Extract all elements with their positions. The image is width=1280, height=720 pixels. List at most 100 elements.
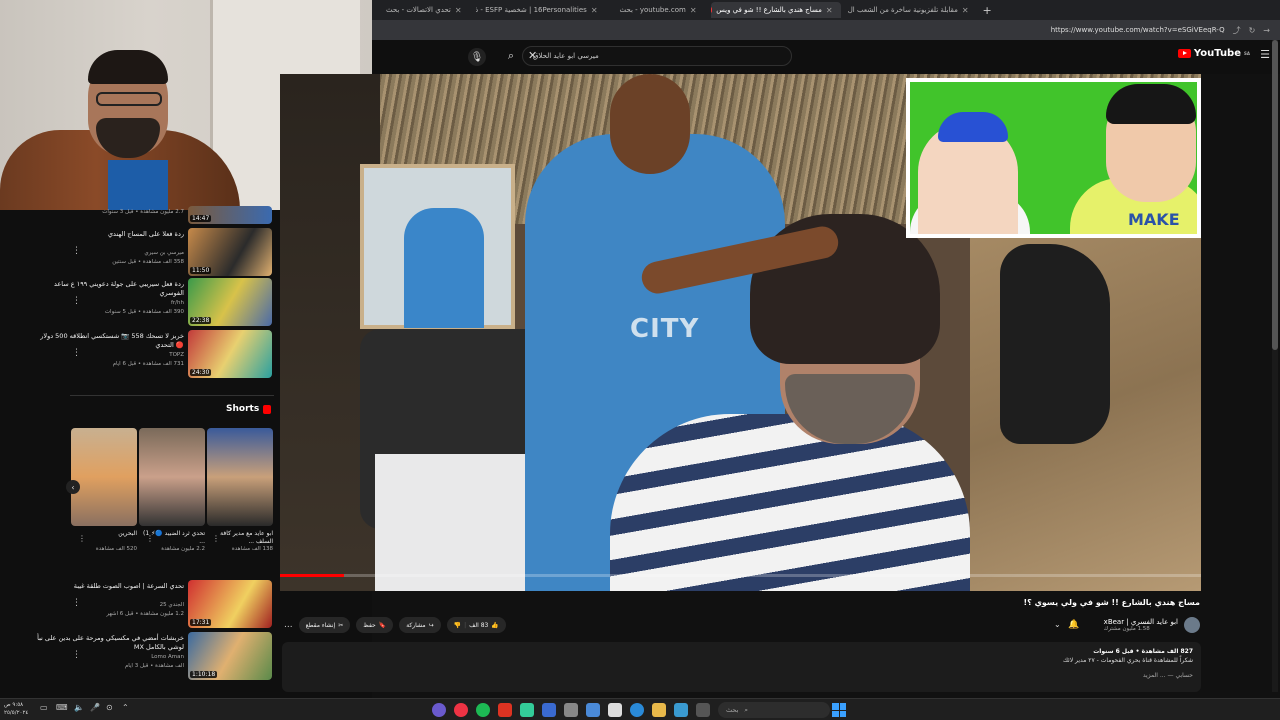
show-more-label[interactable]: ... المزيد (1143, 672, 1166, 679)
new-tab-button[interactable]: + (983, 4, 992, 17)
list-item[interactable]: 11:50 ردة فعلا على المساج الهندي ميرسي ب… (0, 228, 280, 278)
page-scrollbar[interactable] (1272, 40, 1278, 692)
description-more[interactable]: حسابي — ... المزيد (290, 671, 1193, 680)
volume-icon[interactable]: 🔈 (74, 703, 84, 712)
forward-icon[interactable]: → (1263, 26, 1270, 35)
search-icon[interactable]: ⌕ (500, 46, 522, 66)
channel-avatar[interactable] (1184, 617, 1200, 633)
chevron-up-icon[interactable]: ⌃ (122, 703, 129, 712)
app-icon-2[interactable] (454, 703, 468, 717)
short-thumbnail[interactable] (71, 428, 137, 526)
keyboard-language-icon[interactable]: ⌨ (56, 703, 68, 712)
more-options-icon[interactable]: ⋮ (146, 534, 154, 543)
more-options-icon[interactable]: ⋮ (72, 296, 81, 306)
close-icon[interactable]: ✕ (690, 6, 697, 15)
app-icon-12[interactable] (674, 703, 688, 717)
windows-start-icon[interactable] (832, 703, 846, 717)
video-actions: ... ✂ إنشاء مقطع 🔖 حفظ ↪ مشاركة 👍 83 الف | 👎 (284, 616, 506, 634)
shield-icon[interactable] (542, 703, 556, 717)
share-icon[interactable]: ⤴ (1233, 25, 1241, 36)
folder-icon[interactable] (652, 703, 666, 717)
browser-tab-4[interactable]: ✕ مقابلة تلفزيونية ساخرة من الشعب ال (847, 2, 977, 18)
taskbar-search[interactable]: ⌕ بحث (718, 702, 830, 718)
close-icon[interactable]: ✕ (455, 6, 462, 15)
close-icon[interactable]: ✕ (591, 6, 598, 15)
short-thumbnail[interactable] (207, 428, 273, 526)
video-title[interactable]: ردة فعلا على المساج الهندي (34, 230, 184, 239)
thumbs-down-icon[interactable]: 👎 (454, 622, 461, 629)
share-button[interactable]: ↪ مشاركة (399, 617, 441, 633)
save-button[interactable]: 🔖 حفظ (356, 617, 394, 633)
list-item[interactable]: 1:10:18 خربشات أمضي في مكسيكي ومرحة على … (0, 632, 280, 682)
more-options-icon[interactable]: ⋮ (72, 598, 81, 608)
video-progress-bar[interactable] (280, 574, 1201, 577)
search-input[interactable]: ميرسي ابو عايد الحلاق (522, 46, 792, 66)
tab-label: تحدي الاتصالات - بحث (386, 6, 451, 14)
spotify-icon[interactable] (476, 703, 490, 717)
task-view-icon[interactable] (696, 703, 710, 717)
short-thumbnail[interactable] (139, 428, 205, 526)
video-thumbnail[interactable]: 11:50 (188, 228, 272, 276)
video-description[interactable]: 827 الف مشاهدة • قبل 6 سنوات شكراً للمشا… (282, 642, 1201, 692)
channel-name[interactable]: الجندي 25 (34, 602, 184, 608)
bell-icon[interactable]: 🔔 (1068, 620, 1079, 630)
clip-button[interactable]: ✂ إنشاء مقطع (298, 617, 351, 633)
microphone-icon[interactable]: 🎙 (468, 48, 486, 66)
store-icon[interactable] (608, 703, 622, 717)
thumbs-up-icon[interactable]: 👍 (491, 622, 498, 629)
channel-name[interactable]: Lomo Aman (34, 654, 184, 660)
gear-icon[interactable] (564, 703, 578, 717)
list-item[interactable]: 22:38 ردة فعل سيريبي على جولة دعويني ١٩٩… (0, 278, 280, 328)
video-thumbnail[interactable]: 24:30 (188, 330, 272, 378)
video-thumbnail[interactable]: 1:10:18 (188, 632, 272, 680)
mail-icon[interactable] (586, 703, 600, 717)
list-item[interactable]: 24:30 خربز لا تسحك 558 📷 شستكسي انطلاقه … (0, 330, 280, 380)
channel-name[interactable]: ميرسي بن سيري (34, 250, 184, 256)
more-options-icon[interactable]: ⋮ (72, 650, 81, 660)
browser-tab-2[interactable]: ✕ youtube.com - بحث (612, 2, 705, 18)
edge-browser-icon[interactable] (630, 703, 644, 717)
video-title[interactable]: ردة فعل سيريبي على جولة دعويني ١٩٩ ع ساع… (34, 280, 184, 298)
video-progress-fill (280, 574, 345, 577)
microphone-icon[interactable]: 🎤 (90, 703, 100, 712)
browser-tab-0[interactable]: ✕ تحدي الاتصالات - بحث (378, 2, 470, 18)
network-icon[interactable]: ⊙ (106, 703, 113, 712)
app-icon-4[interactable] (498, 703, 512, 717)
menu-icon[interactable]: ☰ (1260, 48, 1270, 61)
list-item[interactable]: 17:31 تحدي السرعة | اصوب الصوت طلقة غيبة… (0, 580, 280, 630)
youtube-logo[interactable]: YouTube SA (1177, 48, 1250, 59)
url-field[interactable]: https://www.youtube.com/watch?v=eSGiVEeq… (1051, 26, 1225, 34)
app-icon-1[interactable] (432, 703, 446, 717)
more-actions-button[interactable]: ... (284, 620, 293, 630)
browser-tab-3[interactable]: ✕ مساج هندي بالشارع !! شو في ويس (710, 2, 841, 18)
video-title[interactable]: خربز لا تسحك 558 📷 شستكسي انطلاقه 500 دو… (34, 332, 184, 350)
list-item[interactable]: 14:47 2.7 مليون مشاهدة • قبل 3 سنوات (0, 206, 280, 226)
reload-icon[interactable]: ↻ (1249, 26, 1256, 35)
channel-row: ابو عايد الفسري | xBear 1.58 مليون مشترك (1104, 614, 1200, 636)
notification-icon[interactable]: ▭ (40, 703, 48, 712)
video-thumbnail[interactable]: 14:47 (188, 206, 272, 224)
more-options-icon[interactable]: ⋮ (78, 534, 86, 543)
channel-name[interactable]: TOPZ (34, 352, 184, 358)
taskbar-clock[interactable]: ٩:٥٨ ص ٢٥/٥/٢٠٢٤ (4, 701, 28, 717)
browser-tab-1[interactable]: ✕ 16Personalities | شخصية ESFP - ذالجن (476, 2, 606, 18)
chevron-left-icon[interactable]: ‹ (66, 480, 80, 494)
video-title[interactable]: تحدي السرعة | اصوب الصوت طلقة غيبة (34, 582, 184, 591)
more-options-icon[interactable]: ⋮ (72, 246, 81, 256)
channel-name[interactable]: fr/hh (34, 300, 184, 306)
clear-search-icon[interactable]: ✕ (528, 46, 537, 66)
search-icon: ⌕ (744, 705, 749, 714)
close-icon[interactable]: ✕ (826, 6, 833, 15)
video-title[interactable]: خربشات أمضي في مكسيكي ومرحة على بدين على… (34, 634, 184, 652)
more-options-icon[interactable]: ⋮ (212, 534, 220, 543)
chevron-down-icon[interactable]: ⌄ (1054, 620, 1061, 629)
video-thumbnail[interactable]: 17:31 (188, 580, 272, 628)
close-icon[interactable]: ✕ (962, 6, 969, 15)
description-side[interactable]: حسابي (1175, 672, 1193, 679)
more-options-icon[interactable]: ⋮ (72, 348, 81, 358)
app-icon-5[interactable] (520, 703, 534, 717)
channel-name[interactable]: ابو عايد الفسري | xBear (1104, 618, 1178, 626)
scrollbar-thumb[interactable] (1272, 40, 1278, 350)
scene-shirt-print: CITY (630, 314, 700, 344)
video-thumbnail[interactable]: 22:38 (188, 278, 272, 326)
